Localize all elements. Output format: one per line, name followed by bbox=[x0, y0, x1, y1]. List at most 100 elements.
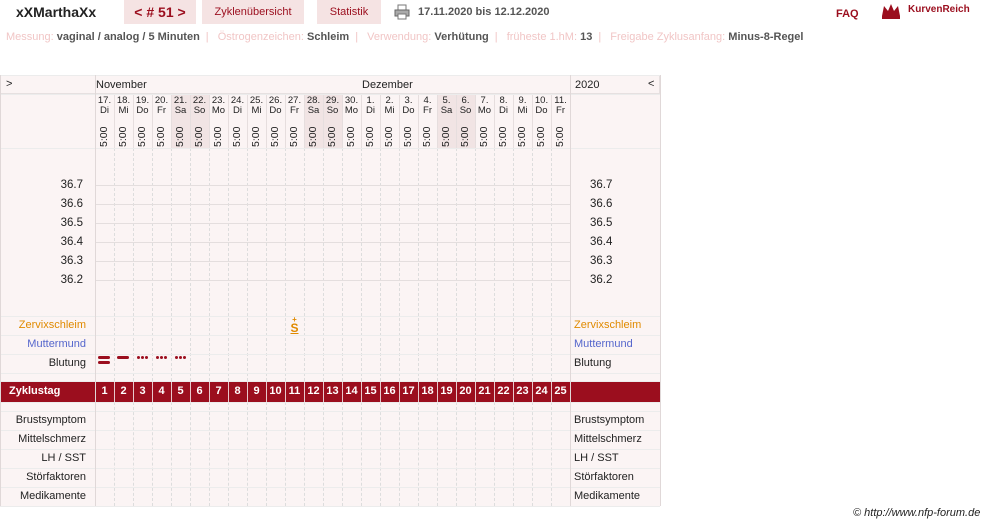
cycle-day-sep bbox=[532, 381, 533, 402]
day-divider bbox=[513, 148, 514, 381]
day-divider bbox=[285, 148, 286, 381]
time-label: 5:00 bbox=[136, 126, 148, 147]
cycle-day-8: 8 bbox=[234, 385, 241, 397]
bleeding-mark-medium bbox=[117, 356, 129, 359]
day-weekday: Mi bbox=[517, 105, 528, 116]
grid-hline bbox=[0, 411, 660, 412]
grid-vline bbox=[660, 75, 661, 506]
cycle-day-1: 1 bbox=[101, 385, 108, 397]
day-divider bbox=[494, 148, 495, 381]
day-1[interactable]: 17. Di bbox=[95, 96, 114, 116]
day-weekday: Do bbox=[402, 105, 415, 116]
day-weekday: Fr bbox=[157, 105, 166, 116]
day-14[interactable]: 30. Mo bbox=[342, 96, 361, 116]
time-label: 5:00 bbox=[212, 126, 224, 147]
day-22[interactable]: 8. Di bbox=[494, 96, 513, 116]
year-label: 2020 bbox=[575, 79, 600, 91]
day-divider bbox=[456, 402, 457, 506]
day-border bbox=[551, 94, 552, 148]
day-13[interactable]: 29. So bbox=[323, 96, 342, 116]
day-8[interactable]: 24. Di bbox=[228, 96, 247, 116]
nav-next-button[interactable]: < bbox=[648, 78, 654, 90]
label-zervixschleim: Zervixschleim bbox=[18, 319, 86, 331]
time-label: 5:00 bbox=[402, 126, 414, 147]
zyklustag-row: Zyklustag 1 2 3 4 5 6 7 8 9 10 11 12 13 14 15 16 17 18 19 2… bbox=[0, 381, 570, 402]
label-mittelschmerz-right: Mittelschmerz bbox=[574, 433, 642, 445]
grid-vline bbox=[0, 75, 1, 506]
temp-gridline bbox=[95, 242, 570, 243]
temp-gridline bbox=[95, 223, 570, 224]
day-18[interactable]: 4. Fr bbox=[418, 96, 437, 116]
time-label: 5:00 bbox=[288, 126, 300, 147]
cycle-chart: > November Dezember 2020 < 17. Di 5:00 18. M… bbox=[0, 0, 981, 525]
temp-label-left: 36.4 bbox=[60, 236, 83, 248]
label-brustsymptom-right: Brustsymptom bbox=[574, 414, 645, 426]
label-medikamente: Medikamente bbox=[19, 490, 86, 502]
day-19[interactable]: 5. Sa bbox=[437, 96, 456, 116]
temp-label-right: 36.2 bbox=[590, 274, 613, 286]
day-weekday: Mo bbox=[477, 105, 492, 116]
day-25[interactable]: 11. Fr bbox=[551, 96, 570, 116]
zervix-mark: + S bbox=[285, 316, 304, 335]
day-23[interactable]: 9. Mi bbox=[513, 96, 532, 116]
cycle-day-sep bbox=[437, 381, 438, 402]
grid-hline bbox=[0, 381, 660, 382]
day-border bbox=[532, 94, 533, 148]
temp-label-left: 36.6 bbox=[60, 198, 83, 210]
day-17[interactable]: 3. Do bbox=[399, 96, 418, 116]
day-border bbox=[494, 94, 495, 148]
cycle-day-24: 24 bbox=[535, 385, 548, 397]
cycle-day-sep bbox=[361, 381, 362, 402]
day-divider bbox=[114, 148, 115, 381]
day-border bbox=[513, 94, 514, 148]
day-weekday: Di bbox=[366, 105, 375, 116]
grid-hline bbox=[0, 148, 660, 149]
grid-hline bbox=[0, 449, 660, 450]
day-divider bbox=[323, 148, 324, 381]
day-10[interactable]: 26. Do bbox=[266, 96, 285, 116]
grid-hline bbox=[0, 487, 660, 488]
grid-hline bbox=[0, 354, 660, 355]
day-border bbox=[247, 94, 248, 148]
day-border bbox=[380, 94, 381, 148]
day-6[interactable]: 22. So bbox=[190, 96, 209, 116]
day-20[interactable]: 6. So bbox=[456, 96, 475, 116]
day-divider bbox=[209, 148, 210, 381]
day-divider bbox=[456, 148, 457, 381]
day-border bbox=[323, 94, 324, 148]
day-24[interactable]: 10. Do bbox=[532, 96, 551, 116]
cycle-day-21: 21 bbox=[478, 385, 491, 397]
time-label: 5:00 bbox=[421, 126, 433, 147]
day-5[interactable]: 21. Sa bbox=[171, 96, 190, 116]
day-16[interactable]: 2. Mi bbox=[380, 96, 399, 116]
day-12[interactable]: 28. Sa bbox=[304, 96, 323, 116]
day-2[interactable]: 18. Mi bbox=[114, 96, 133, 116]
nav-prev-button[interactable]: > bbox=[6, 78, 12, 90]
day-divider bbox=[133, 402, 134, 506]
day-weekday: Fr bbox=[423, 105, 432, 116]
cycle-day-7: 7 bbox=[215, 385, 222, 397]
cycle-day-sep bbox=[513, 381, 514, 402]
day-4[interactable]: 20. Fr bbox=[152, 96, 171, 116]
cycle-day-18: 18 bbox=[421, 385, 434, 397]
day-divider bbox=[171, 148, 172, 381]
temp-gridline bbox=[95, 261, 570, 262]
cycle-day-sep bbox=[342, 381, 343, 402]
day-3[interactable]: 19. Do bbox=[133, 96, 152, 116]
temp-gridline bbox=[95, 185, 570, 186]
day-15[interactable]: 1. Di bbox=[361, 96, 380, 116]
day-divider bbox=[532, 148, 533, 381]
bleeding-mark-light bbox=[141, 356, 144, 359]
day-divider bbox=[247, 402, 248, 506]
temp-label-right: 36.7 bbox=[590, 179, 613, 191]
label-muttermund: Muttermund bbox=[27, 338, 86, 350]
day-21[interactable]: 7. Mo bbox=[475, 96, 494, 116]
time-label: 5:00 bbox=[231, 126, 243, 147]
bleeding-mark-light bbox=[179, 356, 182, 359]
day-11[interactable]: 27. Fr bbox=[285, 96, 304, 116]
day-border bbox=[285, 94, 286, 148]
day-9[interactable]: 25. Mi bbox=[247, 96, 266, 116]
day-7[interactable]: 23. Mo bbox=[209, 96, 228, 116]
day-divider bbox=[380, 148, 381, 381]
cycle-day-2: 2 bbox=[120, 385, 127, 397]
